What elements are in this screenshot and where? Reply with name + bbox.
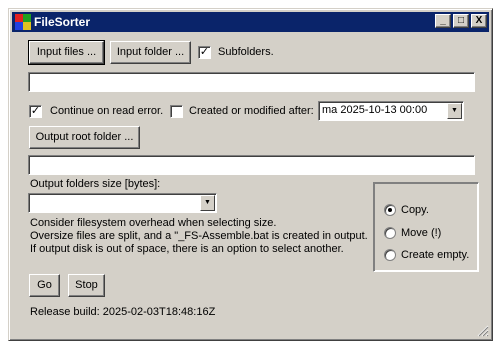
move-label: Move (!) — [401, 227, 442, 239]
selected-dot-icon — [388, 208, 392, 212]
create-empty-label: Create empty. — [401, 249, 470, 261]
date-picker[interactable]: ma 2025-10-13 00:00 ▼ — [318, 101, 464, 121]
input-folder-button[interactable]: Input folder ... — [110, 41, 191, 64]
continue-on-error-checkbox[interactable]: ✓ — [29, 105, 42, 118]
output-path-field[interactable] — [28, 155, 475, 175]
release-build-label: Release build: 2025-02-03T18:48:16Z — [30, 306, 216, 318]
check-mark-icon: ✓ — [199, 46, 210, 58]
move-radio[interactable] — [384, 227, 396, 239]
output-size-label: Output folders size [bytes]: — [30, 178, 161, 190]
date-value: ma 2025-10-13 00:00 — [322, 104, 428, 116]
stop-button[interactable]: Stop — [68, 274, 105, 297]
minimize-button[interactable]: _ — [435, 14, 451, 28]
chevron-down-icon[interactable]: ▼ — [200, 195, 215, 211]
note-line: Oversize files are split, and a "_FS-Ass… — [30, 230, 368, 242]
output-size-combobox[interactable]: ▼ — [28, 193, 217, 213]
note-line: Consider filesystem overhead when select… — [30, 217, 277, 229]
create-empty-radio[interactable] — [384, 249, 396, 261]
copy-radio[interactable] — [384, 204, 396, 216]
note-line: If output disk is out of space, there is… — [30, 243, 344, 255]
input-files-button[interactable]: Input files ... — [28, 40, 105, 65]
copy-label: Copy. — [401, 204, 429, 216]
continue-on-error-label: Continue on read error. — [50, 105, 164, 117]
subfolders-label: Subfolders. — [218, 46, 274, 58]
go-button[interactable]: Go — [29, 274, 60, 297]
title-bar[interactable]: FileSorter _ □ X — [12, 12, 489, 32]
app-window: FileSorter _ □ X Input files ... Input f… — [8, 8, 493, 341]
maximize-button[interactable]: □ — [453, 14, 469, 28]
chevron-down-icon[interactable]: ▼ — [447, 103, 462, 119]
input-path-field[interactable] — [28, 72, 475, 92]
output-root-folder-button[interactable]: Output root folder ... — [29, 126, 140, 149]
app-icon — [15, 14, 31, 30]
window-title: FileSorter — [34, 15, 91, 29]
mode-group: Copy. Move (!) Create empty. — [373, 182, 479, 272]
modified-after-label: Created or modified after: — [189, 105, 314, 117]
modified-after-checkbox[interactable] — [170, 105, 183, 118]
subfolders-checkbox[interactable]: ✓ — [198, 46, 211, 59]
check-mark-icon: ✓ — [30, 105, 41, 117]
close-button[interactable]: X — [471, 14, 487, 28]
resize-grip-icon[interactable] — [477, 325, 489, 337]
